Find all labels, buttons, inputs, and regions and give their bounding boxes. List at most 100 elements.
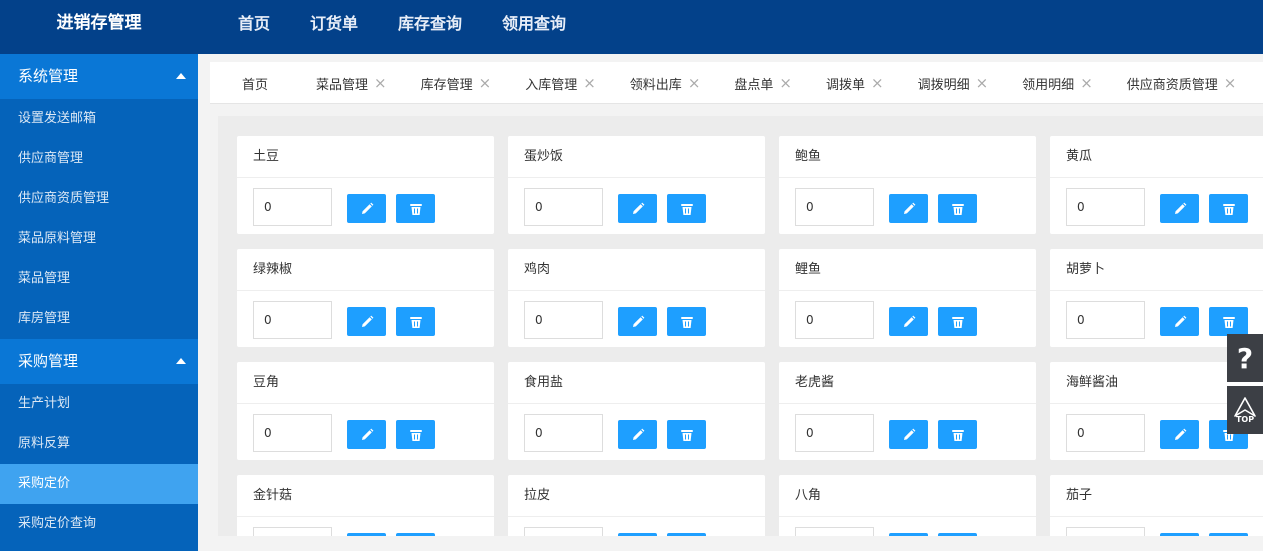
product-name: 黄瓜 (1050, 136, 1263, 178)
quantity-input[interactable] (524, 414, 603, 452)
delete-button[interactable] (667, 194, 706, 223)
edit-button[interactable] (347, 307, 386, 336)
tab-stocktake[interactable]: 盘点单 × (712, 62, 804, 103)
tab-home[interactable]: 首页 (210, 62, 294, 103)
delete-button[interactable] (1209, 307, 1248, 336)
sidebar-item-purchase-pricing[interactable]: 采购定价 (0, 464, 198, 504)
quantity-input[interactable] (795, 414, 874, 452)
trash-icon (1222, 203, 1235, 215)
edit-button[interactable] (889, 533, 928, 536)
quantity-input[interactable] (795, 527, 874, 536)
sidebar-item-warehouses[interactable]: 库房管理 (0, 299, 198, 339)
close-icon[interactable]: × (374, 74, 387, 92)
edit-button[interactable] (347, 194, 386, 223)
edit-button[interactable] (1160, 307, 1199, 336)
delete-button[interactable] (667, 307, 706, 336)
product-name: 金针菇 (237, 475, 494, 517)
pencil-icon (361, 315, 373, 327)
close-icon[interactable]: × (688, 74, 701, 92)
edit-button[interactable] (618, 533, 657, 536)
delete-button[interactable] (938, 307, 977, 336)
edit-button[interactable] (1160, 194, 1199, 223)
tab-transfer-detail[interactable]: 调拨明细 × (896, 62, 1001, 103)
card-body (508, 291, 765, 347)
quantity-input[interactable] (253, 527, 332, 536)
close-icon[interactable]: × (976, 74, 989, 92)
caret-up-icon (176, 73, 186, 79)
close-icon[interactable]: × (1080, 74, 1093, 92)
sidebar-item-production-plan[interactable]: 生产计划 (0, 384, 198, 424)
edit-button[interactable] (889, 307, 928, 336)
quantity-input[interactable] (1066, 414, 1145, 452)
quantity-input[interactable] (253, 414, 332, 452)
tab-dish-management[interactable]: 菜品管理 × (294, 62, 399, 103)
quantity-input[interactable] (795, 301, 874, 339)
quantity-input[interactable] (524, 301, 603, 339)
sidebar-item-suppliers[interactable]: 供应商管理 (0, 139, 198, 179)
sidebar-group-system[interactable]: 系统管理 (0, 54, 198, 99)
sidebar-item-purchase-pricing-query[interactable]: 采购定价查询 (0, 504, 198, 544)
delete-button[interactable] (396, 194, 435, 223)
delete-button[interactable] (396, 307, 435, 336)
close-icon[interactable]: × (871, 74, 884, 92)
edit-button[interactable] (1160, 420, 1199, 449)
card-body (1050, 178, 1263, 234)
edit-button[interactable] (889, 420, 928, 449)
quantity-input[interactable] (253, 301, 332, 339)
card-body (508, 404, 765, 460)
tab-transfer[interactable]: 调拨单 × (804, 62, 896, 103)
sidebar-group-label: 系统管理 (18, 67, 79, 85)
tab-label: 入库管理 (525, 77, 578, 93)
edit-button[interactable] (618, 420, 657, 449)
trash-icon (409, 429, 422, 441)
back-to-top-button[interactable]: TOP (1227, 386, 1263, 434)
tab-usage-detail[interactable]: 领用明细 × (1000, 62, 1105, 103)
close-icon[interactable]: × (583, 74, 596, 92)
close-icon[interactable]: × (779, 74, 792, 92)
quantity-input[interactable] (524, 188, 603, 226)
delete-button[interactable] (938, 533, 977, 536)
tab-supplier-qualifications[interactable]: 供应商资质管理 × (1105, 62, 1249, 103)
edit-button[interactable] (1160, 533, 1199, 536)
quantity-input[interactable] (253, 188, 332, 226)
close-icon[interactable]: × (479, 74, 492, 92)
top-nav-usage-query[interactable]: 领用查询 (482, 0, 586, 47)
quantity-input[interactable] (524, 527, 603, 536)
sidebar-item-dishes[interactable]: 菜品管理 (0, 259, 198, 299)
delete-button[interactable] (667, 420, 706, 449)
trash-icon (409, 316, 422, 328)
quantity-input[interactable] (1066, 527, 1145, 536)
sidebar-item-supplier-qualifications[interactable]: 供应商资质管理 (0, 179, 198, 219)
top-nav-home[interactable]: 首页 (218, 0, 290, 47)
tab-label: 盘点单 (734, 77, 774, 93)
edit-button[interactable] (618, 307, 657, 336)
edit-button[interactable] (347, 420, 386, 449)
card-body (237, 517, 494, 536)
delete-button[interactable] (938, 420, 977, 449)
brand-title: 进销存管理 (56, 13, 142, 33)
help-button[interactable]: ? (1227, 334, 1263, 382)
sidebar-item-email-settings[interactable]: 设置发送邮箱 (0, 99, 198, 139)
quantity-input[interactable] (795, 188, 874, 226)
delete-button[interactable] (938, 194, 977, 223)
sidebar-item-ingredients[interactable]: 菜品原料管理 (0, 219, 198, 259)
tab-inventory-management[interactable]: 库存管理 × (399, 62, 504, 103)
edit-button[interactable] (618, 194, 657, 223)
top-nav-orders[interactable]: 订货单 (290, 0, 378, 47)
delete-button[interactable] (396, 533, 435, 536)
product-card: 胡萝卜 (1050, 249, 1263, 347)
delete-button[interactable] (1209, 533, 1248, 536)
delete-button[interactable] (667, 533, 706, 536)
edit-button[interactable] (347, 533, 386, 536)
edit-button[interactable] (889, 194, 928, 223)
sidebar-group-purchasing[interactable]: 采购管理 (0, 339, 198, 384)
tab-stock-in[interactable]: 入库管理 × (503, 62, 608, 103)
top-nav-inventory-query[interactable]: 库存查询 (378, 0, 482, 47)
close-icon[interactable]: × (1224, 74, 1237, 92)
tab-material-out[interactable]: 领料出库 × (608, 62, 713, 103)
delete-button[interactable] (396, 420, 435, 449)
quantity-input[interactable] (1066, 301, 1145, 339)
sidebar-item-material-backcalc[interactable]: 原料反算 (0, 424, 198, 464)
delete-button[interactable] (1209, 194, 1248, 223)
quantity-input[interactable] (1066, 188, 1145, 226)
